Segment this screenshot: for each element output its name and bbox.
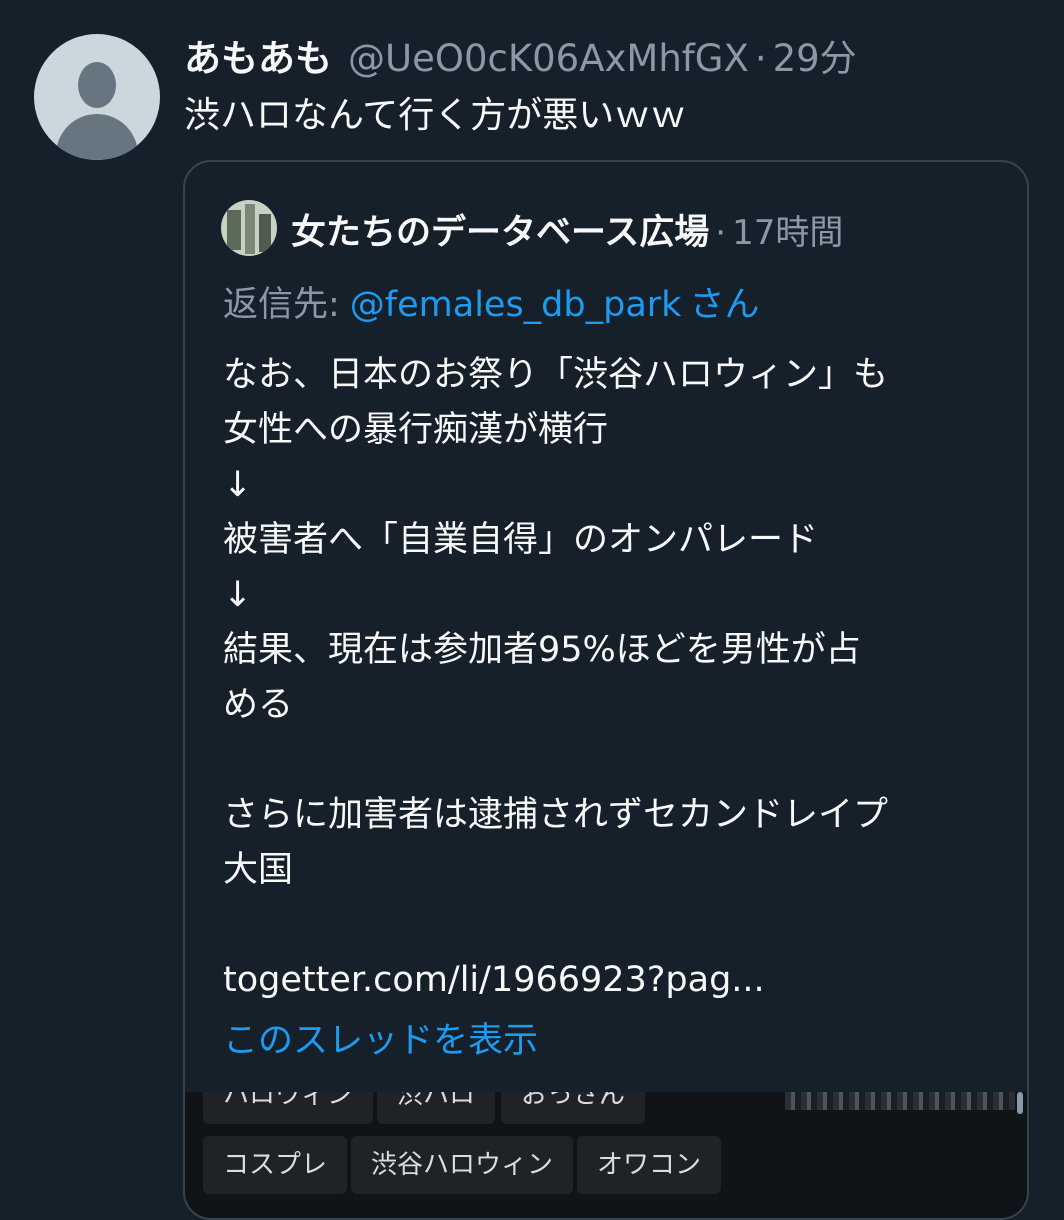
separator-dot: · — [715, 213, 727, 253]
default-avatar-body-icon — [56, 114, 138, 160]
arrow-down: ↓ — [223, 465, 253, 505]
tag-chip[interactable]: ハロウィン — [203, 1092, 374, 1124]
user-handle[interactable]: @UeO0cK06AxMhfGX — [348, 37, 749, 80]
body-line: 結果、現在は参加者95%ほどを男性が占 — [223, 630, 861, 670]
tweet-timestamp[interactable]: 29分 — [773, 28, 857, 82]
tag-chip[interactable]: オワコン — [577, 1136, 722, 1194]
tag-chip[interactable]: 渋ハロ — [377, 1092, 496, 1124]
reply-suffix: さん — [689, 285, 760, 325]
show-thread-link[interactable]: このスレッドを表示 — [223, 1012, 538, 1063]
media-preview[interactable]: ハロウィン 渋ハロ おっさん コスプレ 渋谷ハロウィン オワコン — [185, 1092, 1027, 1218]
body-line: 女性への暴行痴漢が横行 — [223, 410, 609, 450]
scrollbar[interactable] — [1017, 1092, 1023, 1114]
quoted-user-avatar[interactable] — [221, 200, 277, 256]
quoted-display-name[interactable]: 女たちのデータベース広場 — [291, 204, 709, 255]
reply-prefix: 返信先: — [223, 285, 340, 325]
quoted-tweet-body: なお、日本のお祭り「渋谷ハロウィン」も 女性への暴行痴漢が横行 ↓ 被害者へ「自… — [223, 348, 1023, 1008]
tag-chip[interactable]: 渋谷ハロウィン — [351, 1136, 574, 1194]
separator-dot: · — [754, 37, 767, 80]
reply-to-line: 返信先: @females_db_park さん — [223, 276, 759, 327]
quoted-tweet-header: 女たちのデータベース広場 · 17時間 — [291, 204, 843, 254]
thumbnail-image — [785, 1092, 1015, 1110]
tag-chip[interactable]: コスプレ — [203, 1136, 348, 1194]
body-line: 被害者へ「自業自得」のオンパレード — [223, 520, 819, 560]
user-avatar[interactable] — [34, 34, 160, 160]
arrow-down: ↓ — [223, 575, 253, 615]
tag-chip[interactable]: おっさん — [501, 1092, 646, 1124]
body-line: なお、日本のお祭り「渋谷ハロウィン」も — [223, 355, 889, 395]
avatar-image-detail — [245, 204, 255, 254]
display-name[interactable]: あもあも — [184, 28, 332, 82]
quoted-tweet-timestamp[interactable]: 17時間 — [732, 205, 843, 254]
tweet-text: 渋ハロなんて行く方が悪いｗｗ — [184, 95, 687, 136]
reply-handle-link[interactable]: @females_db_park — [350, 285, 682, 325]
body-line: 大国 — [223, 850, 294, 890]
default-avatar-head-icon — [78, 62, 116, 108]
body-line: さらに加害者は逮捕されずセカンドレイプ — [223, 795, 889, 835]
tweet-header: あもあも @UeO0cK06AxMhfGX · 29分 — [184, 28, 857, 80]
avatar-image-detail — [259, 214, 271, 252]
quoted-tweet[interactable]: 女たちのデータベース広場 · 17時間 返信先: @females_db_park… — [183, 160, 1029, 1220]
avatar-image-detail — [227, 210, 241, 250]
body-line: める — [223, 685, 294, 725]
url-link[interactable]: togetter.com/li/1966923?pag... — [223, 953, 1023, 1008]
